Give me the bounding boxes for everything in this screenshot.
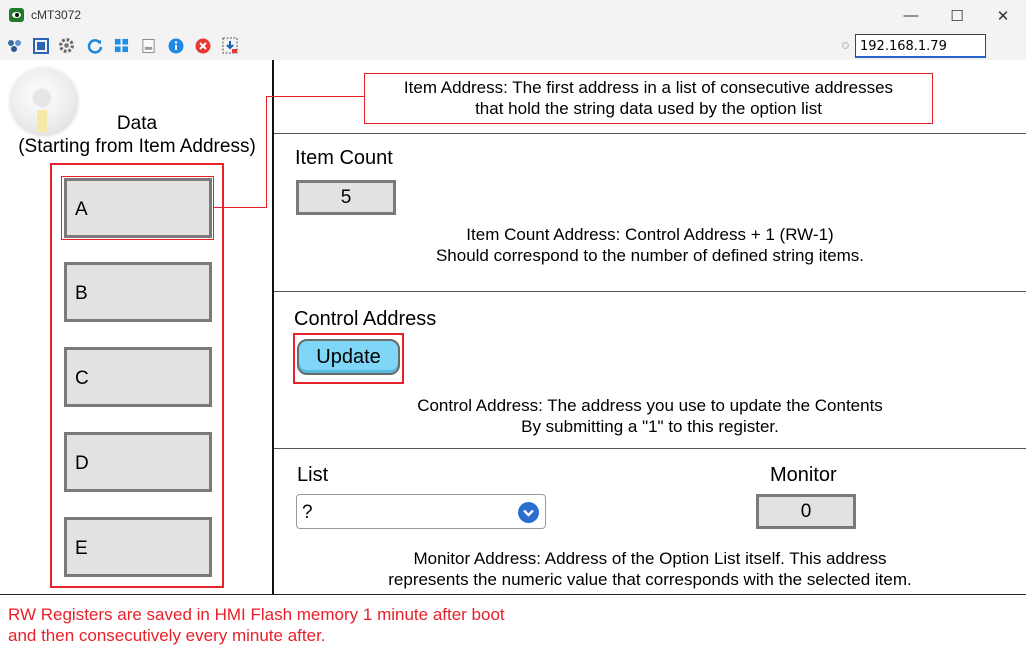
fullscreen-icon[interactable] [32,37,49,54]
monitor-value[interactable]: 0 [756,494,856,529]
stop-icon[interactable] [194,37,211,54]
item-address-callout: Item Address: The first address in a lis… [364,73,933,124]
connection-status-icon [842,42,849,49]
document-icon[interactable] [140,37,157,54]
control-address-label: Control Address [294,308,437,330]
ip-address-field[interactable]: 192.168.1.79 [855,34,986,58]
item-count-label: Item Count [295,147,393,169]
refresh-icon[interactable] [86,37,103,54]
callout-connector [266,96,267,208]
windows-icon[interactable] [113,37,130,54]
monitor-label: Monitor [770,464,837,486]
download-icon[interactable] [221,37,238,54]
app-eye-icon [9,8,24,22]
minimize-button[interactable]: — [888,0,934,31]
close-button[interactable]: ✕ [980,0,1026,31]
update-button[interactable]: Update [297,339,400,375]
monitor-address-description: Monitor Address: Address of the Option L… [388,549,912,589]
settings-gear-icon[interactable] [58,37,75,54]
maximize-button[interactable]: ☐ [934,0,980,31]
chevron-down-icon[interactable] [518,502,539,523]
callout-connector [266,96,365,97]
item-count-value[interactable]: 5 [296,180,396,215]
data-item-d[interactable]: D [64,432,212,492]
item-count-description: Item Count Address: Control Address + 1 … [435,225,865,265]
info-icon[interactable] [167,37,184,54]
data-item-e[interactable]: E [64,517,212,577]
title-bar: cMT3072 — ☐ ✕ [0,0,1026,31]
data-item-c[interactable]: C [64,347,212,407]
data-item-a[interactable]: A [64,178,212,238]
list-label: List [297,464,329,486]
data-item-b[interactable]: B [64,262,212,322]
section-divider [274,291,1026,292]
flash-memory-note: RW Registers are saved in HMI Flash memo… [8,605,505,645]
section-divider [274,448,1026,449]
section-divider [274,133,1026,134]
footer-divider [0,594,1026,595]
callout-connector [213,207,267,208]
network-icon[interactable] [6,37,23,54]
control-address-description: Control Address: The address you use to … [417,396,883,436]
data-panel-title: Data (Starting from Item Address) [18,113,256,157]
window-title: cMT3072 [31,8,82,22]
option-list-select[interactable]: ? [296,494,546,529]
